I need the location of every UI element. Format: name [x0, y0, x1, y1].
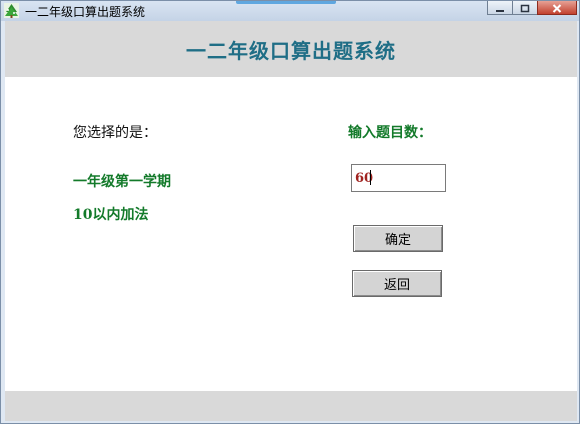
minimize-button[interactable]	[487, 1, 513, 15]
confirm-button[interactable]: 确定	[353, 225, 443, 252]
text-caret	[370, 170, 371, 185]
question-count-input[interactable]	[351, 164, 446, 192]
maximize-icon	[520, 0, 530, 17]
selection-prompt-label: 您选择的是：	[73, 125, 157, 141]
window-title: 一二年级口算出题系统	[25, 5, 146, 19]
topic-text: 10以内加法	[73, 207, 149, 223]
back-button[interactable]: 返回	[352, 270, 442, 297]
maximize-button[interactable]	[512, 1, 538, 15]
page-title: 一二年级口算出题系统	[186, 39, 396, 63]
title-bar-highlight	[236, 1, 336, 4]
count-label: 输入题目数：	[348, 125, 432, 141]
tree-app-icon	[4, 3, 19, 18]
grade-term-text: 一年级第一学期	[73, 174, 171, 190]
title-bar[interactable]: 一二年级口算出题系统	[1, 1, 579, 21]
close-button[interactable]	[537, 1, 577, 15]
app-window: 一二年级口算出题系统 一二年级口算出题系统 您选择的是： 一年级第一学期 10以…	[0, 0, 580, 424]
footer-band	[5, 391, 577, 421]
close-icon	[552, 0, 562, 17]
minimize-icon	[495, 0, 505, 17]
header-band: 一二年级口算出题系统	[5, 21, 577, 77]
client-area: 一二年级口算出题系统 您选择的是： 一年级第一学期 10以内加法 输入题目数： …	[5, 21, 577, 421]
